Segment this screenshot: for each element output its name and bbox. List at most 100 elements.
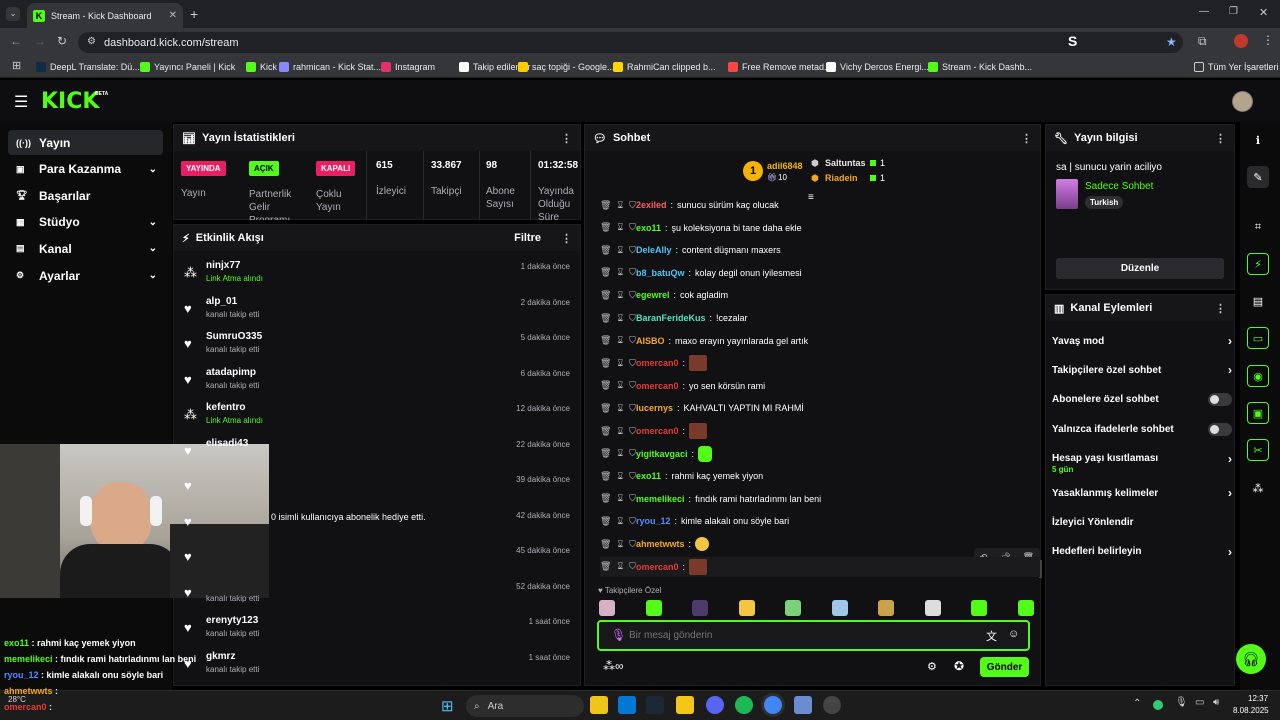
chat-username[interactable]: ryou_12 [636, 516, 671, 526]
sidebar-item-studio[interactable]: ▦ Stüdyo ⌄ [8, 210, 163, 235]
document-icon[interactable]: ▤ [1247, 290, 1269, 312]
bookmark-item[interactable]: Vichy Dercos Energi... [826, 60, 929, 74]
channel-actions-menu-icon[interactable]: ⋮ [1215, 302, 1226, 315]
delete-message-icon[interactable]: 🗑︎ [600, 335, 611, 346]
windows-start-icon[interactable]: ⊞ [441, 697, 454, 715]
tray-volume-icon[interactable]: 🔊︎ [1213, 697, 1219, 708]
bookmark-item[interactable]: Yayıncı Paneli | Kick [140, 60, 235, 74]
close-window-icon[interactable]: ✕ [1259, 6, 1268, 19]
browser-menu-icon[interactable]: ⋮ [1262, 33, 1274, 47]
taskbar-obs-icon[interactable] [823, 696, 841, 714]
info-icon[interactable]: ℹ [1247, 129, 1269, 151]
activity-filter-button[interactable]: Filtre [514, 232, 541, 244]
chat-username[interactable]: omercan0 [636, 358, 679, 368]
chat-username[interactable]: omercan0 [636, 381, 679, 391]
top-gifter-name[interactable]: adil6848 [767, 161, 803, 171]
quick-emote-icon[interactable] [645, 600, 662, 616]
leader-name[interactable]: Saltuntas [825, 158, 866, 168]
bookmark-item[interactable]: DeepL Translate: Dü... [36, 60, 140, 74]
send-button[interactable]: Gönder [980, 657, 1029, 677]
chat-username[interactable]: exo11 [636, 471, 661, 481]
timeout-icon[interactable]: ⌛︎ [617, 335, 623, 346]
channel-action-toggle[interactable] [1208, 422, 1232, 436]
bookmark-item[interactable]: Free Remove metad... [728, 60, 832, 74]
delete-message-icon[interactable]: 🗑︎ [600, 471, 611, 482]
tools-rail-icon[interactable]: ✂ [1247, 439, 1269, 461]
chat-username[interactable]: omercan0 [636, 426, 679, 436]
delete-message-icon[interactable]: 🗑︎ [600, 245, 611, 256]
clock-time[interactable]: 12:37 [1248, 694, 1268, 703]
taskbar-steam-icon[interactable] [646, 696, 664, 714]
url-field[interactable]: ⚙ dashboard.kick.com/stream S ★ [78, 32, 1183, 53]
user-avatar[interactable] [1232, 91, 1253, 112]
chevron-right-icon[interactable]: › [1228, 545, 1232, 559]
chat-username[interactable]: DeleAlly [636, 245, 672, 255]
forward-icon[interactable]: → [34, 34, 46, 48]
timeout-icon[interactable]: ⌛︎ [617, 313, 623, 324]
chevron-right-icon[interactable]: › [1228, 334, 1232, 348]
stream-info-menu-icon[interactable]: ⋮ [1215, 132, 1226, 145]
delete-message-icon[interactable]: 🗑︎ [600, 267, 611, 278]
chat-username[interactable]: AISBO [636, 336, 665, 346]
browser-tab[interactable]: K Stream - Kick Dashboard ✕ [27, 3, 183, 28]
quick-emote-icon[interactable] [599, 600, 615, 616]
channel-points-icon[interactable]: ⁂∞ [603, 659, 624, 673]
stats-menu-icon[interactable]: ⋮ [561, 132, 572, 145]
extensions-icon[interactable]: ⧉ [1198, 34, 1207, 49]
chat-username[interactable]: b8_batuQw [636, 268, 685, 278]
tray-status-icon[interactable] [1153, 700, 1163, 710]
chevron-down-icon[interactable]: ⌄ [149, 217, 157, 228]
microphone-icon[interactable]: 🎙︎ [611, 628, 626, 642]
category-thumbnail[interactable] [1056, 179, 1078, 209]
chevron-down-icon[interactable]: ⌄ [149, 243, 157, 254]
timeout-icon[interactable]: ⌛︎ [617, 380, 623, 391]
category-link[interactable]: Sadece Sohbet [1085, 181, 1153, 192]
taskbar-photos-icon[interactable] [618, 696, 636, 714]
activity-menu-icon[interactable]: ⋮ [561, 232, 572, 245]
bookmark-item[interactable]: Kick [246, 60, 277, 74]
chevron-right-icon[interactable]: › [1228, 363, 1232, 377]
activity-username[interactable]: erenyty123 [206, 615, 258, 626]
channel-action-item[interactable]: Yasaklanmış kelimeler › [1052, 485, 1232, 501]
profile-avatar-icon[interactable] [1234, 34, 1248, 48]
quick-emote-icon[interactable] [831, 600, 848, 616]
delete-message-icon[interactable]: 🗑︎ [600, 426, 611, 437]
emote-icon[interactable] [689, 423, 708, 439]
timeout-icon[interactable]: ⌛︎ [617, 539, 623, 550]
timeout-icon[interactable]: ⌛︎ [617, 222, 623, 233]
bookmark-item[interactable]: Stream - Kick Dashb... [928, 60, 1032, 74]
chat-message-input[interactable] [629, 627, 969, 644]
support-headset-icon[interactable]: 🎧︎ [1236, 644, 1266, 674]
extension-s-icon[interactable]: S [1068, 33, 1077, 49]
site-info-icon[interactable]: ⚙ [87, 36, 96, 47]
chat-username[interactable]: BaranFerideKus [636, 313, 706, 323]
taskbar-app-icon[interactable] [794, 696, 812, 714]
delete-message-icon[interactable]: 🗑︎ [600, 493, 611, 504]
chat-username[interactable]: egewrel [636, 290, 670, 300]
delete-message-icon[interactable]: 🗑︎ [600, 561, 611, 572]
quick-emote-icon[interactable] [692, 600, 708, 616]
edit-pencil-icon[interactable]: ✎ [1247, 166, 1269, 188]
broadcast-rail-icon[interactable]: ◉ [1247, 365, 1269, 387]
activity-username[interactable]: SumruO335 [206, 331, 262, 342]
chat-menu-icon[interactable]: ⋮ [1021, 132, 1032, 145]
tray-chevron-icon[interactable]: ⌃ [1133, 698, 1141, 709]
bookmark-item[interactable]: saç topiği - Google... [518, 60, 615, 74]
bookmark-item[interactable]: RahmiCan clipped b... [613, 60, 716, 74]
channel-action-item[interactable]: Hedefleri belirleyin › [1052, 544, 1232, 560]
timeout-icon[interactable]: ⌛︎ [617, 471, 623, 482]
delete-message-icon[interactable]: 🗑︎ [600, 290, 611, 301]
timeout-icon[interactable]: ⌛︎ [617, 200, 623, 211]
activity-username[interactable]: elisadi43 [206, 438, 248, 449]
channel-action-item[interactable]: Yavaş mod › [1052, 333, 1232, 349]
timeout-icon[interactable]: ⌛︎ [617, 516, 623, 527]
activity-username[interactable]: kefentro [206, 402, 245, 413]
users-rail-icon[interactable]: ⁂ [1247, 477, 1269, 499]
taskbar-folder-icon[interactable] [676, 696, 694, 714]
crop-icon[interactable]: ⌗ [1247, 216, 1269, 238]
tray-mic-icon[interactable]: 🎙︎ [1175, 697, 1188, 708]
channel-action-item[interactable]: Yalnızca ifadelerle sohbet [1052, 421, 1232, 437]
translate-icon[interactable]: 文 [986, 628, 997, 644]
chat-username[interactable]: memelikeci [636, 494, 685, 504]
chevron-right-icon[interactable]: › [1228, 452, 1232, 466]
